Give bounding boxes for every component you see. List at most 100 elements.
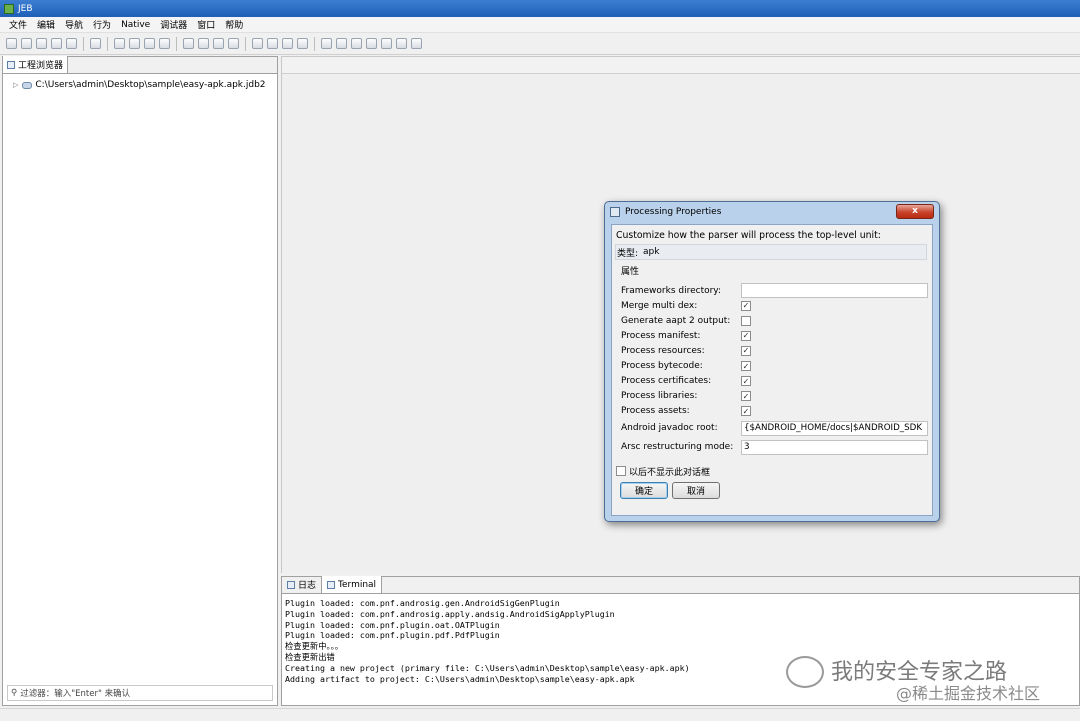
open-folder-icon[interactable]	[6, 38, 17, 49]
console-tabbar: 日志 Terminal	[282, 576, 1079, 594]
tree-icon[interactable]	[297, 38, 308, 49]
close-icon[interactable]: x	[896, 204, 934, 219]
properties-icon[interactable]	[36, 38, 47, 49]
dont-show-again-checkbox[interactable]	[616, 466, 626, 477]
search-icon: ⚲	[11, 688, 18, 698]
step-into-icon[interactable]	[381, 38, 392, 49]
log-icon	[287, 580, 295, 589]
ok-button[interactable]: 确定	[620, 481, 668, 499]
save-icon[interactable]	[21, 38, 32, 49]
windows-icon[interactable]	[267, 38, 278, 49]
frameworks-directory-input[interactable]	[741, 283, 928, 299]
process-libraries-checkbox[interactable]: ✓	[741, 391, 751, 402]
prop-label: Generate aapt 2 output:	[621, 315, 731, 326]
project-explorer-tabbar: 工程浏览器	[3, 56, 277, 74]
tab-project-explorer-label: 工程浏览器	[18, 61, 64, 71]
prop-label: Process resources:	[621, 345, 705, 356]
prop-process-assets: Process assets: ✓	[621, 404, 932, 419]
rename-icon[interactable]	[213, 38, 224, 49]
pause-icon[interactable]	[351, 38, 362, 49]
lock-icon[interactable]	[66, 38, 77, 49]
prop-frameworks-directory: Frameworks directory:	[621, 283, 932, 299]
window-title: JEB	[18, 3, 33, 14]
document-icon[interactable]	[228, 38, 239, 49]
globe-icon[interactable]	[90, 38, 101, 49]
prop-generate-aapt2: Generate aapt 2 output:	[621, 313, 932, 328]
toolbar	[0, 33, 1080, 55]
menu-native[interactable]: Native	[116, 20, 155, 30]
dialog-titlebar[interactable]: Processing Properties x	[605, 202, 939, 222]
dialog-body: Customize how the parser will process th…	[611, 224, 933, 516]
merge-multi-dex-checkbox[interactable]: ✓	[741, 300, 751, 311]
tab-project-explorer[interactable]: 工程浏览器	[3, 56, 69, 73]
menu-help[interactable]: 帮助	[220, 18, 248, 31]
android-javadoc-root-input[interactable]: {$ANDROID_HOME/docs|$ANDROID_SDK	[741, 420, 928, 436]
process-bytecode-checkbox[interactable]: ✓	[741, 361, 751, 372]
process-certificates-checkbox[interactable]: ✓	[741, 376, 751, 387]
menu-action[interactable]: 行为	[88, 18, 116, 31]
step-over-icon[interactable]	[396, 38, 407, 49]
prop-label: Process bytecode:	[621, 361, 703, 372]
arrow-right-icon[interactable]	[159, 38, 170, 49]
tab-log-label: 日志	[298, 581, 317, 591]
process-manifest-checkbox[interactable]: ✓	[741, 330, 751, 341]
grid-icon[interactable]	[252, 38, 263, 49]
generate-aapt2-checkbox[interactable]	[741, 315, 751, 326]
prop-process-certificates: Process certificates: ✓	[621, 374, 932, 389]
decompile-icon[interactable]	[183, 38, 194, 49]
process-assets-checkbox[interactable]: ✓	[741, 406, 751, 417]
menu-edit[interactable]: 编辑	[32, 18, 60, 31]
menu-window[interactable]: 窗口	[192, 18, 220, 31]
menu-navigate[interactable]: 导航	[60, 18, 88, 31]
editor-tabbar	[282, 57, 1080, 74]
tab-terminal[interactable]: Terminal	[322, 576, 383, 593]
prop-merge-multi-dex: Merge multi dex: ✓	[621, 298, 932, 313]
arrow-left-icon[interactable]	[144, 38, 155, 49]
dialog-title: Processing Properties	[625, 207, 722, 217]
prop-label: Arsc restructuring mode:	[621, 442, 734, 453]
process-resources-checkbox[interactable]: ✓	[741, 345, 751, 356]
type-row: 类型: apk	[615, 244, 927, 260]
dont-show-again-label: 以后不显示此对话框	[629, 467, 711, 478]
menu-file[interactable]: 文件	[4, 18, 32, 31]
debug-attach-icon[interactable]	[321, 38, 332, 49]
prop-label: Process certificates:	[621, 376, 712, 387]
menu-debugger[interactable]: 调试器	[155, 18, 192, 31]
arsc-restructuring-mode-input[interactable]: 3	[741, 439, 928, 455]
prop-android-javadoc-root: Android javadoc root: {$ANDROID_HOME/doc…	[621, 419, 932, 438]
console-line: Plugin loaded: com.pnf.plugin.oat.OATPlu…	[285, 619, 500, 630]
watermark-source: @稀土掘金技术社区	[896, 684, 1041, 703]
watermark: 我的安全专家之路 @稀土掘金技术社区	[786, 654, 1080, 703]
tab-log[interactable]: 日志	[282, 576, 323, 593]
prop-process-bytecode: Process bytecode: ✓	[621, 358, 932, 373]
console-line: Plugin loaded: com.pnf.androsig.gen.Andr…	[285, 598, 560, 608]
project-tree: ▷ C:\Users\admin\Desktop\sample\easy-apk…	[3, 74, 277, 90]
jeb-app-icon	[4, 3, 14, 14]
run-icon[interactable]	[336, 38, 347, 49]
comment-icon[interactable]	[198, 38, 209, 49]
tree-item-project[interactable]: ▷ C:\Users\admin\Desktop\sample\easy-apk…	[13, 80, 277, 90]
graph-icon[interactable]	[282, 38, 293, 49]
dont-show-again-row[interactable]: 以后不显示此对话框	[616, 465, 932, 478]
step-out-icon[interactable]	[411, 38, 422, 49]
status-bar	[0, 708, 1080, 721]
toolbar-separator	[176, 36, 177, 51]
prop-label: Process libraries:	[621, 391, 698, 402]
properties-group-title: 属性	[621, 267, 640, 277]
properties-group: 属性 Frameworks directory: Merge multi dex…	[621, 264, 932, 457]
prop-process-resources: Process resources: ✓	[621, 343, 932, 358]
cancel-button[interactable]: 取消	[672, 481, 720, 499]
menu-bar: 文件 编辑 导航 行为 Native 调试器 窗口 帮助	[0, 17, 1080, 33]
navigate-forward-icon[interactable]	[129, 38, 140, 49]
prop-label: Merge multi dex:	[621, 300, 698, 311]
filter-input[interactable]: ⚲ 过滤器：输入"Enter" 来确认	[7, 685, 273, 701]
chevron-right-icon[interactable]: ▷	[13, 81, 18, 89]
window-titlebar: JEB	[0, 0, 1080, 17]
prop-label: Frameworks directory:	[621, 285, 722, 296]
stop-icon[interactable]	[366, 38, 377, 49]
type-value: apk	[643, 247, 660, 257]
navigate-back-icon[interactable]	[114, 38, 125, 49]
console-line: 检查更新中。。。	[285, 641, 344, 652]
toolbar-separator	[245, 36, 246, 51]
wrench-icon[interactable]	[51, 38, 62, 49]
